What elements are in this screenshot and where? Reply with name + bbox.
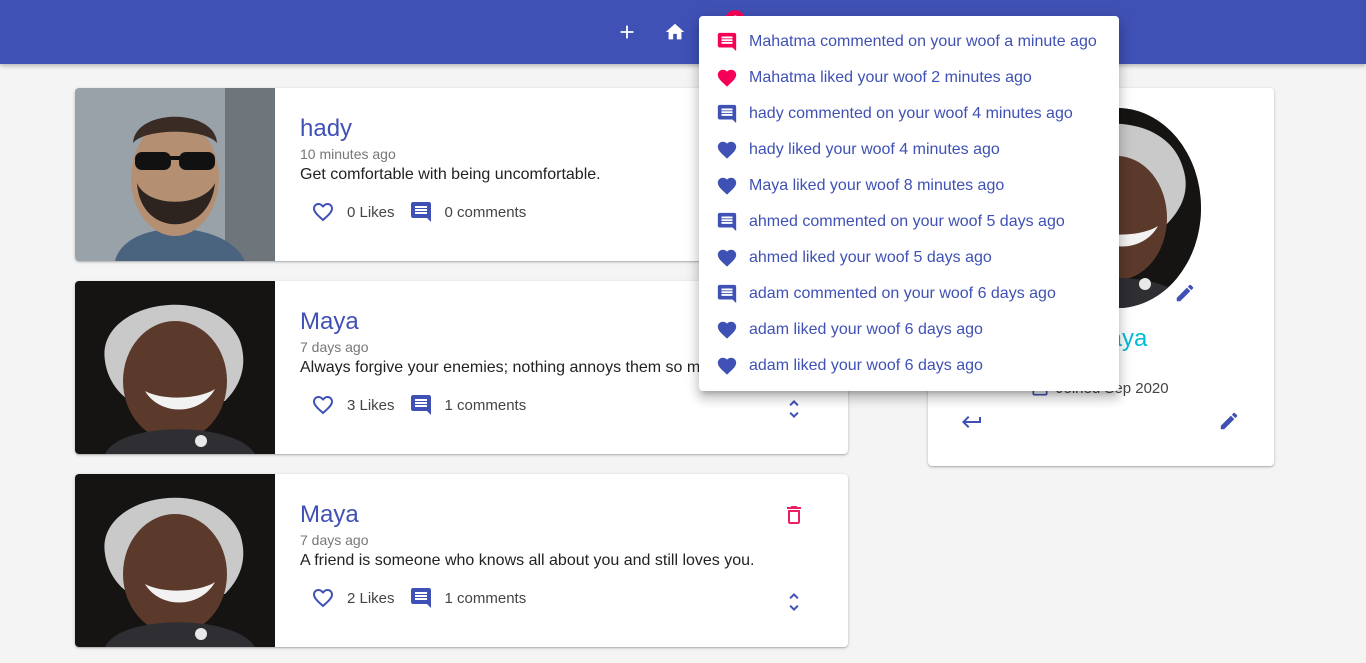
notification-text: hady liked your woof 4 minutes ago (749, 141, 1000, 158)
like-count: 3 Likes (347, 396, 395, 414)
notification-item[interactable]: adam liked your woof 6 days ago (699, 348, 1119, 384)
notification-text: adam commented on your woof 6 days ago (749, 285, 1056, 302)
notification-text: hady commented on your woof 4 minutes ag… (749, 105, 1073, 122)
like-button[interactable] (311, 200, 335, 224)
like-count: 2 Likes (347, 589, 395, 607)
notification-item[interactable]: adam commented on your woof 6 days ago (699, 276, 1119, 312)
woof-actions: 0 Likes 0 comments (311, 200, 526, 224)
woof-author[interactable]: Maya (300, 500, 828, 530)
notification-item[interactable]: ahmed commented on your woof 5 days ago (699, 204, 1119, 240)
notification-item[interactable]: adam liked your woof 6 days ago (699, 312, 1119, 348)
notification-text: adam liked your woof 6 days ago (749, 357, 983, 374)
comment-icon (715, 282, 739, 306)
comment-icon (410, 588, 431, 608)
comment-button[interactable] (409, 586, 433, 610)
notification-text: Maya liked your woof 8 minutes ago (749, 177, 1005, 194)
new-woof-button[interactable] (611, 16, 643, 48)
notification-text: adam liked your woof 6 days ago (749, 321, 983, 338)
user-avatar-image (75, 474, 275, 647)
trash-icon (787, 506, 801, 524)
notification-item[interactable]: Maya liked your woof 8 minutes ago (699, 168, 1119, 204)
comment-count: 0 comments (444, 203, 527, 221)
notification-item[interactable]: Mahatma commented on your woof a minute … (699, 24, 1119, 60)
woof-actions: 2 Likes 1 comments (311, 586, 526, 610)
like-count: 0 Likes (347, 203, 395, 221)
heart-icon (715, 174, 739, 198)
woof-actions: 3 Likes 1 comments (311, 393, 526, 417)
comment-count: 1 comments (444, 396, 527, 414)
notification-text: ahmed commented on your woof 5 days ago (749, 213, 1065, 230)
unfold-icon (789, 400, 799, 418)
comment-icon (715, 30, 739, 54)
pencil-icon (1176, 284, 1194, 302)
notifications-menu: Mahatma commented on your woof a minute … (699, 16, 1119, 391)
user-avatar-image (75, 281, 275, 454)
heart-icon (715, 318, 739, 342)
pencil-icon (1220, 412, 1238, 430)
return-icon (962, 416, 981, 428)
heart-outline-icon (313, 589, 333, 608)
home-icon (665, 23, 685, 40)
notification-text: ahmed liked your woof 5 days ago (749, 249, 992, 266)
unfold-icon (789, 593, 799, 611)
comment-button[interactable] (409, 200, 433, 224)
plus-icon (620, 25, 634, 39)
comment-button[interactable] (409, 393, 433, 417)
notification-item[interactable]: hady liked your woof 4 minutes ago (699, 132, 1119, 168)
woof-content: Maya 7 days ago A friend is someone who … (300, 500, 828, 570)
heart-icon (715, 66, 739, 90)
like-button[interactable] (311, 586, 335, 610)
heart-icon (715, 354, 739, 378)
woof-card: Maya 7 days ago A friend is someone who … (75, 474, 848, 647)
like-button[interactable] (311, 393, 335, 417)
app-bar: 6 (0, 0, 1366, 64)
edit-avatar-button[interactable] (1174, 282, 1198, 306)
notification-item[interactable]: Mahatma liked your woof 2 minutes ago (699, 60, 1119, 96)
expand-comments-button[interactable] (782, 397, 806, 421)
delete-woof-button[interactable] (782, 503, 806, 527)
notification-item[interactable]: ahmed liked your woof 5 days ago (699, 240, 1119, 276)
heart-icon (715, 138, 739, 162)
comment-icon (410, 202, 431, 222)
home-button[interactable] (659, 16, 691, 48)
notification-text: Mahatma commented on your woof a minute … (749, 33, 1097, 50)
comment-icon (715, 210, 739, 234)
edit-profile-button[interactable] (1218, 410, 1242, 434)
woof-text: A friend is someone who knows all about … (300, 552, 755, 569)
woof-timestamp: 7 days ago (300, 532, 369, 548)
notification-text: Mahatma liked your woof 2 minutes ago (749, 69, 1032, 86)
user-avatar-image (75, 88, 275, 261)
heart-icon (715, 246, 739, 270)
comment-icon (410, 395, 431, 415)
logout-button[interactable] (960, 410, 984, 434)
comment-count: 1 comments (444, 589, 527, 607)
notification-item[interactable]: hady commented on your woof 4 minutes ag… (699, 96, 1119, 132)
heart-outline-icon (313, 396, 333, 415)
heart-outline-icon (313, 203, 333, 222)
comment-icon (715, 102, 739, 126)
expand-comments-button[interactable] (782, 590, 806, 614)
